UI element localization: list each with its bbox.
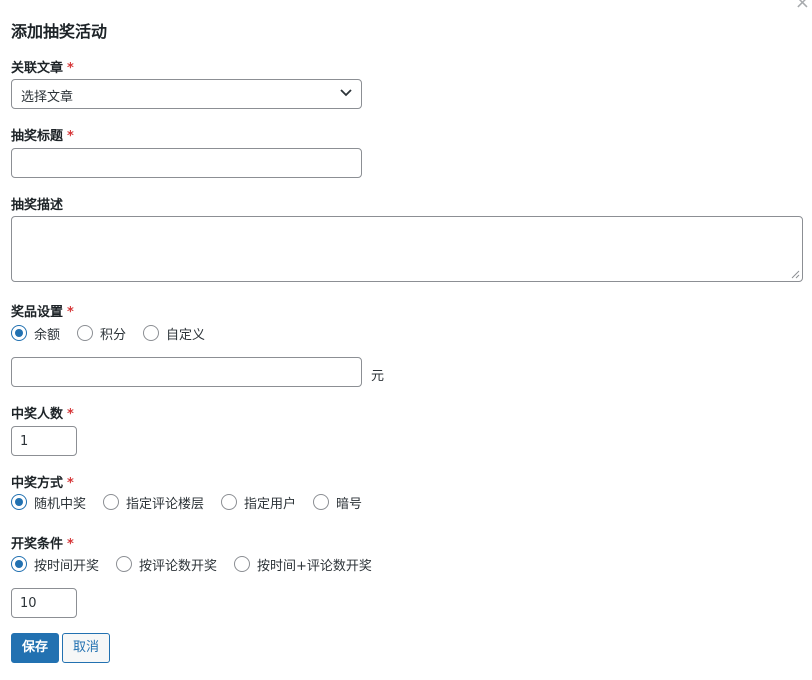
required-mark: * [67,476,74,491]
radio-button-checked[interactable] [11,325,27,341]
radio-button-checked[interactable] [11,556,27,572]
radio-button[interactable] [116,556,133,572]
article-select[interactable]: 选择文章 [11,79,362,109]
radio-label: 积分 [100,327,127,343]
condition-radio-group: 按时间开奖 按评论数开奖 按时间+评论数开奖 [11,555,389,574]
article-label: 关联文章 * [11,57,74,76]
dialog-title: 添加抽奖活动 [11,22,108,41]
required-mark: * [67,61,74,76]
article-label-text: 关联文章 [11,61,64,76]
prize-label: 奖品设置 * [11,301,74,320]
method-option-random[interactable]: 随机中奖 [11,493,86,512]
radio-label: 按评论数开奖 [139,558,218,574]
article-select-value: 选择文章 [21,90,74,105]
method-label-text: 中奖方式 [11,476,64,491]
prize-option-points[interactable]: 积分 [77,324,126,343]
lottery-title-label: 抽奖标题 * [11,125,74,144]
condition-label: 开奖条件 * [11,533,74,552]
add-lottery-dialog: 添加抽奖活动 × 关联文章 * 选择文章 抽奖标题 * 抽奖描述 奖品设置 * 余额 [0,0,812,680]
lottery-desc-textarea[interactable] [11,216,803,282]
radio-button[interactable] [103,494,120,510]
radio-label: 余额 [34,327,61,343]
condition-option-comments[interactable]: 按评论数开奖 [116,555,217,574]
prize-label-text: 奖品设置 [11,305,64,320]
radio-label: 随机中奖 [34,496,87,512]
method-radio-group: 随机中奖 指定评论楼层 指定用户 暗号 [11,493,379,512]
radio-button[interactable] [77,325,94,341]
condition-value-input[interactable]: 10 [11,588,77,618]
radio-button[interactable] [143,325,160,341]
radio-label: 暗号 [336,496,363,512]
method-option-user[interactable]: 指定用户 [221,493,296,512]
method-option-code[interactable]: 暗号 [313,493,362,512]
resize-grip-icon[interactable] [791,270,800,279]
lottery-title-input[interactable] [11,148,362,178]
radio-button[interactable] [234,556,251,572]
winners-label-text: 中奖人数 [11,407,64,422]
condition-option-time-comments[interactable]: 按时间+评论数开奖 [234,555,372,574]
prize-option-custom[interactable]: 自定义 [143,324,205,343]
prize-amount-input[interactable] [11,357,362,387]
radio-button[interactable] [221,494,238,510]
method-option-floor[interactable]: 指定评论楼层 [103,493,204,512]
save-button[interactable]: 保存 [11,633,59,663]
method-label: 中奖方式 * [11,472,74,491]
required-mark: * [67,129,74,144]
required-mark: * [67,407,74,422]
lottery-desc-label-text: 抽奖描述 [11,198,64,213]
condition-label-text: 开奖条件 [11,537,64,552]
radio-label: 自定义 [166,327,206,343]
lottery-title-label-text: 抽奖标题 [11,129,64,144]
chevron-down-icon [340,89,352,97]
cancel-button[interactable]: 取消 [62,633,110,663]
required-mark: * [67,537,74,552]
lottery-desc-label: 抽奖描述 [11,194,63,213]
radio-button[interactable] [313,494,330,510]
winners-input[interactable]: 1 [11,426,77,456]
radio-label: 指定评论楼层 [126,496,205,512]
prize-option-balance[interactable]: 余额 [11,324,60,343]
radio-label: 指定用户 [244,496,297,512]
prize-unit: 元 [371,369,385,384]
prize-radio-group: 余额 积分 自定义 [11,324,222,343]
radio-label: 按时间+评论数开奖 [257,558,372,574]
required-mark: * [67,305,74,320]
condition-option-time[interactable]: 按时间开奖 [11,555,99,574]
close-icon[interactable]: × [795,0,810,12]
radio-label: 按时间开奖 [34,558,100,574]
winners-label: 中奖人数 * [11,403,74,422]
radio-button-checked[interactable] [11,494,27,510]
